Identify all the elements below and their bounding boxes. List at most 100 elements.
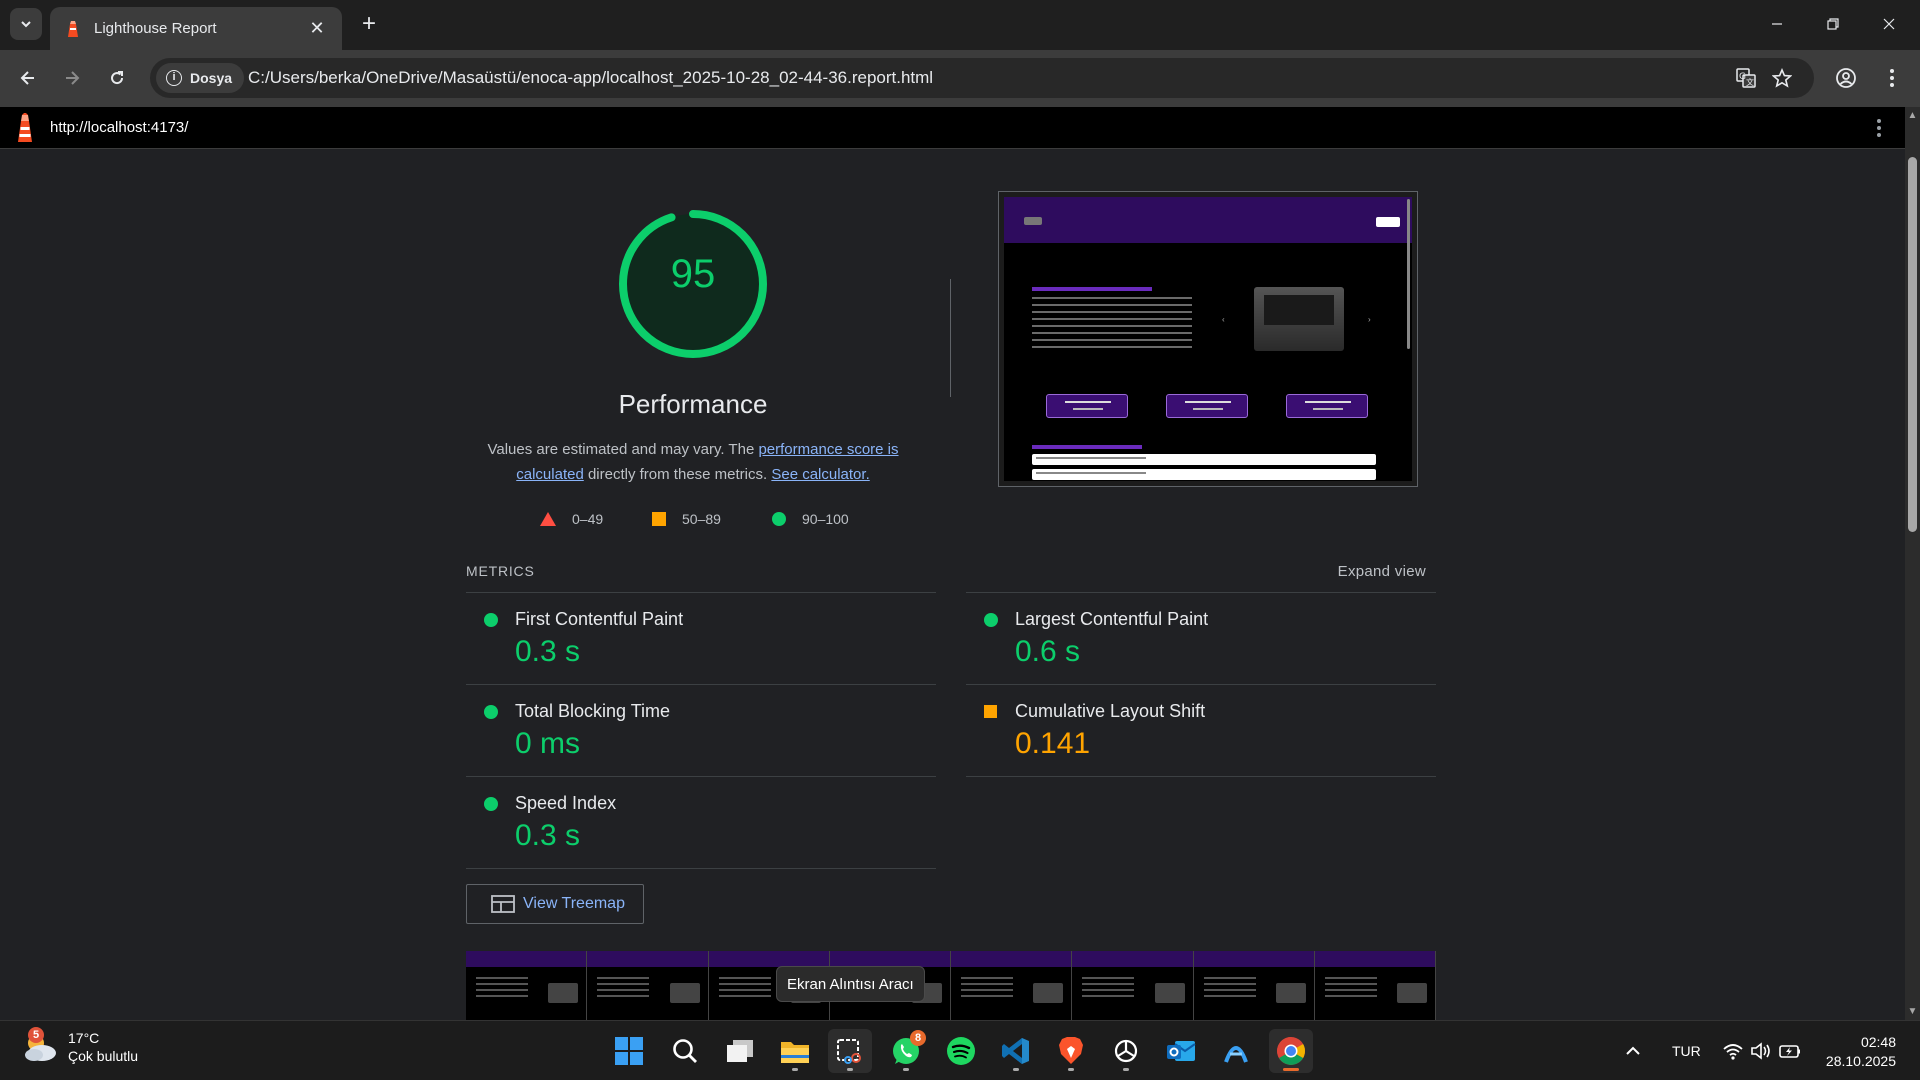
search-button[interactable]: [663, 1029, 707, 1073]
bookmark-star-icon[interactable]: [1770, 66, 1794, 90]
new-tab-button[interactable]: +: [354, 10, 384, 40]
task-view-button[interactable]: [718, 1029, 762, 1073]
lighthouse-logo-icon: [18, 113, 32, 142]
site-info-chip[interactable]: i Dosya: [156, 63, 245, 93]
report-tools-menu[interactable]: [1869, 117, 1889, 139]
metric-name: Total Blocking Time: [515, 701, 671, 721]
treemap-label: View Treemap: [523, 895, 625, 912]
weather-temp: 17°C: [68, 1030, 100, 1046]
metric-cumulative-layout-shift: Cumulative Layout Shift 0.141: [966, 684, 1436, 776]
url-text[interactable]: C:/Users/berka/OneDrive/Masaüstü/enoca-a…: [248, 68, 933, 88]
page-scrollbar[interactable]: ▲ ▼: [1905, 107, 1920, 1020]
running-indicator: [1068, 1068, 1074, 1071]
svg-text:G: G: [1739, 72, 1746, 82]
svg-text:文: 文: [1746, 77, 1754, 87]
restore-button[interactable]: [1810, 10, 1856, 40]
metric-first-contentful-paint: First Contentful Paint 0.3 s: [466, 592, 936, 684]
divider: [950, 279, 951, 397]
filmstrip-frame: [466, 951, 588, 1020]
tab-lighthouse-report[interactable]: Lighthouse Report ✕: [50, 7, 342, 50]
metric-speed-index: Speed Index 0.3 s: [466, 776, 936, 868]
metric-value: 0.6 s: [1015, 635, 1081, 668]
volume-icon: [1751, 1042, 1770, 1060]
file-explorer-app[interactable]: [773, 1029, 817, 1073]
brave-app[interactable]: [1049, 1029, 1093, 1073]
circle-icon: [772, 512, 786, 526]
scroll-down-icon[interactable]: ▼: [1907, 1006, 1918, 1017]
translate-icon[interactable]: G文: [1734, 66, 1758, 90]
tested-url[interactable]: http://localhost:4173/: [50, 119, 188, 136]
screenshot-image: ‹ ›: [1004, 197, 1412, 481]
divider: [466, 868, 936, 869]
score-description: Values are estimated and may vary. The p…: [470, 437, 916, 487]
desc-text-2: directly from these metrics.: [583, 466, 772, 483]
language-indicator[interactable]: TUR: [1672, 1021, 1701, 1080]
scroll-up-icon[interactable]: ▲: [1907, 110, 1918, 121]
metric-value: 0.3 s: [515, 819, 581, 852]
reload-icon: [111, 71, 124, 85]
site-chip-label: Dosya: [190, 70, 233, 86]
metric-largest-contentful-paint: Largest Contentful Paint 0.6 s: [966, 592, 1436, 684]
outlook-app[interactable]: [1159, 1029, 1203, 1073]
close-window-button[interactable]: [1866, 10, 1912, 40]
metric-name: First Contentful Paint: [515, 609, 684, 629]
metric-value: 0.3 s: [515, 635, 581, 668]
metric-value: 0.141: [1015, 727, 1091, 760]
network-volume-battery[interactable]: [1722, 1021, 1802, 1080]
browser-menu-button[interactable]: [1876, 62, 1908, 94]
language-label: TUR: [1672, 1043, 1701, 1059]
brave-icon: [1059, 1037, 1083, 1064]
profile-icon: [1836, 68, 1856, 88]
browser-toolbar: i Dosya C:/Users/berka/OneDrive/Masaüstü…: [0, 50, 1920, 107]
restore-icon: [1827, 18, 1839, 30]
tab-search-button[interactable]: [10, 8, 42, 40]
final-screenshot[interactable]: ‹ ›: [998, 191, 1418, 487]
weather-desc: Çok bulutlu: [68, 1048, 139, 1064]
back-button[interactable]: [12, 62, 44, 94]
good-indicator-icon: [984, 613, 998, 627]
spotify-icon: [947, 1037, 975, 1065]
taskbar: 5 17°C Çok bulutlu 8 TUR 02:48 28.10.202…: [0, 1020, 1920, 1080]
weather-widget[interactable]: 5 17°C Çok bulutlu: [20, 1027, 139, 1065]
app-store-app[interactable]: [1214, 1029, 1258, 1073]
battery-icon: [1779, 1045, 1800, 1058]
scroll-thumb[interactable]: [1908, 157, 1917, 532]
address-bar[interactable]: i Dosya C:/Users/berka/OneDrive/Masaüstü…: [150, 58, 1814, 98]
performance-score: 95: [670, 252, 716, 296]
see-calculator-link[interactable]: See calculator.: [771, 466, 869, 483]
view-treemap-button[interactable]: View Treemap: [466, 884, 644, 924]
spotify-app[interactable]: [939, 1029, 983, 1073]
good-indicator-icon: [484, 705, 498, 719]
reload-button[interactable]: [101, 62, 133, 94]
chrome-app[interactable]: [1269, 1029, 1313, 1073]
tab-strip: Lighthouse Report ✕ +: [0, 0, 1920, 50]
good-indicator-icon: [484, 613, 498, 627]
snipping-tool-app[interactable]: [828, 1029, 872, 1073]
folder-icon: [781, 1042, 809, 1063]
date: 28.10.2025: [1825, 1053, 1896, 1069]
profile-button[interactable]: [1830, 62, 1862, 94]
mail-icon: [1167, 1041, 1196, 1061]
clock[interactable]: 02:48 28.10.2025: [1826, 1033, 1896, 1071]
windows-icon: [615, 1037, 643, 1065]
running-indicator: [1013, 1068, 1019, 1071]
divider: [966, 776, 1436, 777]
arrow-right-icon: [66, 71, 80, 85]
running-indicator: [792, 1068, 798, 1071]
chatgpt-app[interactable]: [1104, 1029, 1148, 1073]
legend-poor: 0–49: [540, 511, 603, 527]
show-hidden-icons[interactable]: [1625, 1021, 1641, 1080]
metric-name: Cumulative Layout Shift: [1015, 701, 1206, 721]
category-title: Performance: [618, 389, 768, 419]
forward-button[interactable]: [56, 62, 88, 94]
whatsapp-app[interactable]: 8: [884, 1029, 928, 1073]
weather-badge: 5: [28, 1027, 44, 1043]
filmstrip-frame: [587, 951, 709, 1020]
triangle-icon: [540, 512, 556, 526]
tab-close-icon[interactable]: ✕: [306, 18, 328, 39]
info-icon: i: [166, 70, 182, 86]
vscode-app[interactable]: [994, 1029, 1038, 1073]
minimize-button[interactable]: [1754, 10, 1800, 40]
expand-view-toggle[interactable]: Expand view: [1338, 563, 1426, 580]
start-button[interactable]: [607, 1029, 651, 1073]
